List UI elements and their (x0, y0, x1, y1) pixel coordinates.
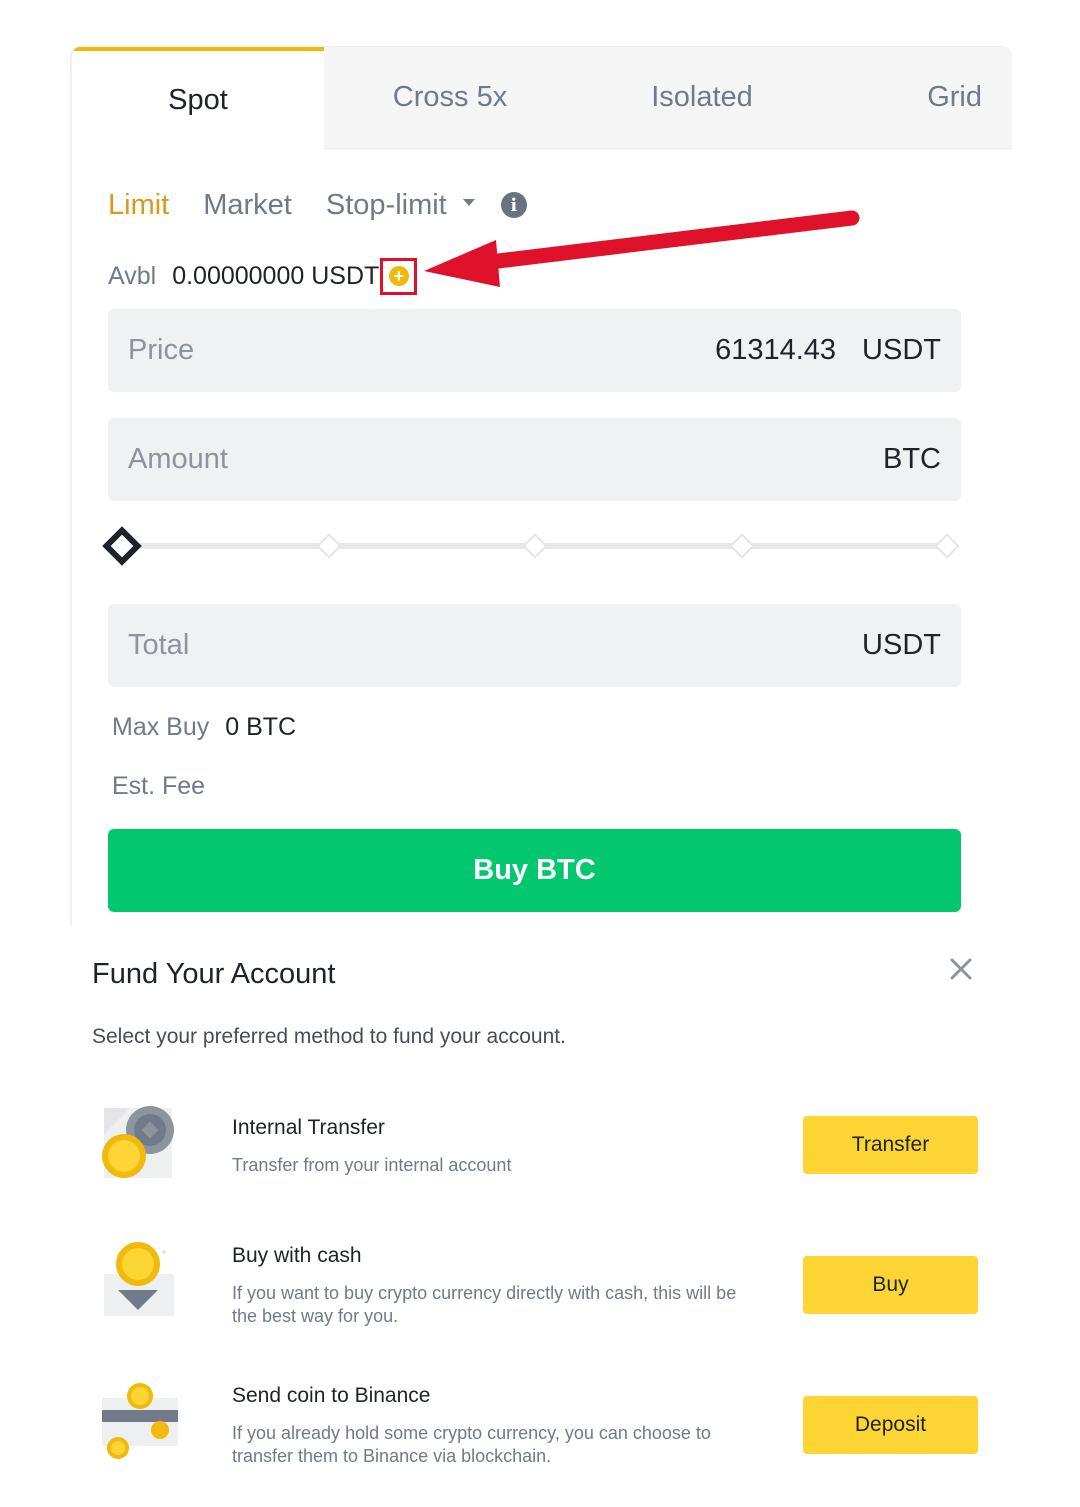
tab-isolated[interactable]: Isolated (576, 47, 828, 149)
slider-step-25[interactable] (316, 533, 342, 559)
tab-cross-5x[interactable]: Cross 5x (324, 47, 576, 149)
price-value: 61314.43 (715, 334, 837, 366)
tab-spot[interactable]: Spot (72, 47, 324, 149)
max-buy-value: 0 BTC (225, 713, 297, 741)
price-unit: USDT (862, 334, 941, 366)
trade-panel: Spot Cross 5x Isolated Grid Limit Market… (70, 46, 1012, 926)
total-unit: USDT (862, 629, 941, 661)
total-label: Total (128, 629, 190, 661)
buy-btc-button[interactable]: Buy BTC (108, 829, 961, 912)
avbl-value: 0.00000000 USDT (172, 261, 380, 290)
amount-label: Amount (128, 443, 228, 475)
max-buy-label: Max Buy (112, 713, 210, 741)
method-desc: Transfer from your internal account (232, 1155, 512, 1175)
tab-grid[interactable]: Grid (828, 47, 1012, 149)
amount-percent-slider[interactable] (102, 525, 961, 569)
order-type-stop-limit[interactable]: Stop-limit (326, 189, 475, 222)
fund-account-dialog: Fund Your Account Select your preferred … (0, 930, 1080, 1507)
slider-step-100[interactable] (934, 533, 960, 559)
slider-step-50[interactable] (522, 533, 548, 559)
cash-coin-icon (104, 1242, 174, 1316)
fund-title: Fund Your Account (92, 958, 336, 990)
buy-button[interactable]: Buy (803, 1256, 978, 1314)
amount-input[interactable]: Amount BTC (108, 418, 961, 501)
caret-down-icon (462, 199, 475, 207)
order-type-market[interactable]: Market (203, 189, 292, 222)
total-input[interactable]: Total USDT (108, 604, 961, 687)
max-buy: Max Buy 0 BTC (112, 713, 296, 742)
amount-unit: BTC (883, 443, 941, 475)
plus-circle-icon: + (388, 266, 409, 286)
close-icon[interactable] (946, 954, 976, 984)
info-icon[interactable]: i (500, 192, 527, 218)
send-coin-card-icon (102, 1383, 178, 1459)
order-type-selector: Limit Market Stop-limit i (108, 185, 527, 225)
order-type-limit[interactable]: Limit (108, 189, 169, 222)
method-desc: If you want to buy crypto currency direc… (232, 1283, 737, 1326)
slider-handle[interactable] (102, 526, 142, 566)
price-input[interactable]: Price 61314.43 USDT (108, 309, 961, 392)
price-label: Price (128, 334, 195, 366)
stop-limit-label: Stop-limit (325, 188, 447, 221)
trade-mode-tabs: Spot Cross 5x Isolated Grid (72, 47, 1012, 149)
method-title: Send coin to Binance (232, 1384, 431, 1407)
slider-step-75[interactable] (729, 533, 755, 559)
transfer-coins-icon (102, 1106, 174, 1178)
available-balance: Avbl 0.00000000 USDT + (108, 257, 418, 295)
method-title: Internal Transfer (232, 1116, 385, 1139)
est-fee-label: Est. Fee (112, 772, 206, 800)
deposit-button[interactable]: Deposit (803, 1396, 978, 1454)
method-desc: If you already hold some crypto currency… (232, 1423, 711, 1466)
avbl-label: Avbl (108, 261, 157, 290)
method-title: Buy with cash (232, 1244, 362, 1267)
fund-subtitle: Select your preferred method to fund you… (92, 1025, 566, 1048)
add-funds-button[interactable]: + (380, 257, 418, 295)
transfer-button[interactable]: Transfer (803, 1116, 978, 1174)
